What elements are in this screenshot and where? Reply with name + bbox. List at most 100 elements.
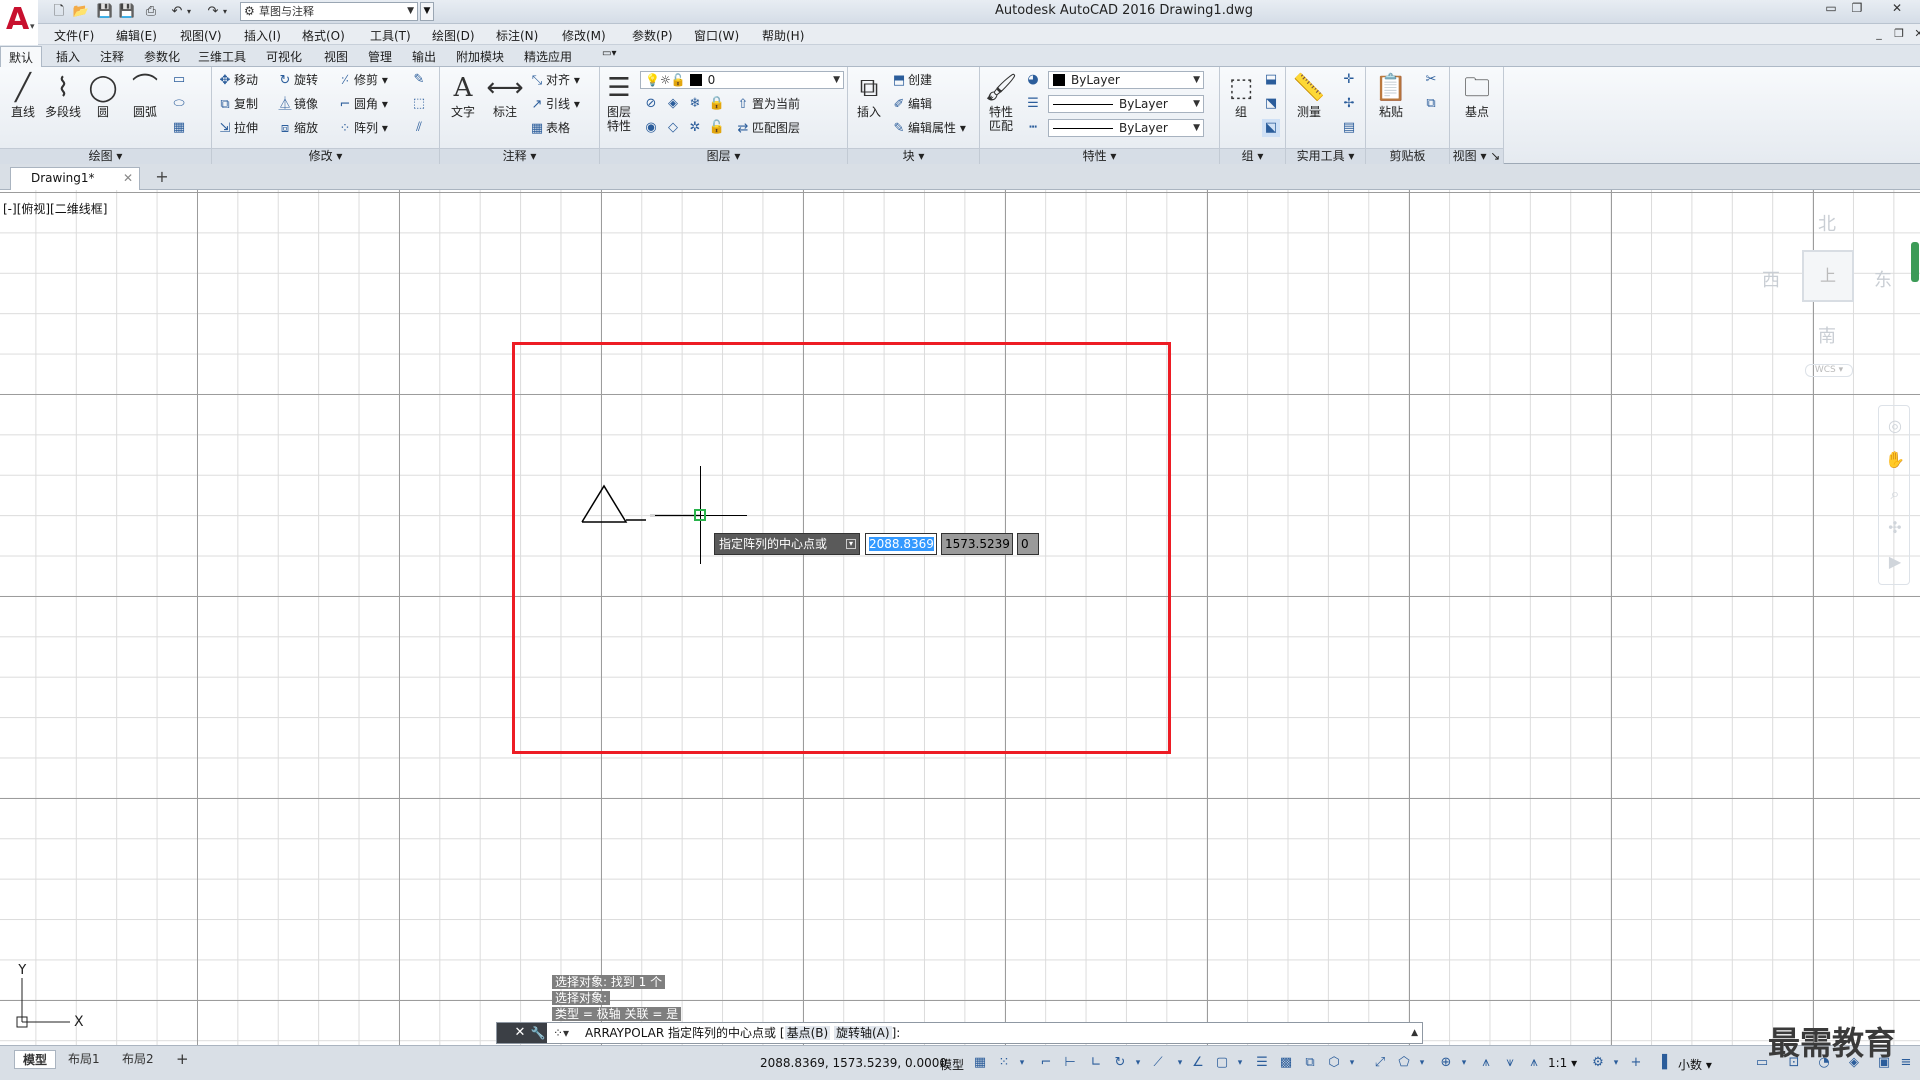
lineweight-dropdown[interactable]: ByLayer ▼ xyxy=(1048,119,1204,137)
move-button[interactable]: ✥ 移动 xyxy=(216,71,258,89)
text-tool[interactable]: A 文字 xyxy=(444,71,482,119)
panel-title-view[interactable]: 视图 ▾ ↘ xyxy=(1450,148,1503,164)
showmotion-icon[interactable]: ▶ xyxy=(1885,552,1905,572)
qat-customize-button[interactable]: ▼ xyxy=(420,2,434,21)
polar-tracking-icon[interactable]: ↻ xyxy=(1112,1055,1128,1071)
doc-restore-button[interactable]: ❐ xyxy=(1890,27,1908,40)
osnap-dropdown-icon[interactable]: ▾ xyxy=(1232,1055,1248,1071)
align-button[interactable]: ⤡ 对齐 ▾ xyxy=(528,71,580,89)
panel-title-draw[interactable]: 绘图 ▾ xyxy=(0,148,211,164)
3d-osnap-icon[interactable]: ⬡ xyxy=(1326,1055,1342,1071)
rotate-button[interactable]: ↻ 旋转 xyxy=(276,71,318,89)
viewcube-top-face[interactable]: 上 xyxy=(1802,250,1854,302)
layer-off-icon[interactable]: ⊘ xyxy=(642,95,660,113)
paste-tool[interactable]: 📋 粘贴 xyxy=(1372,71,1410,119)
menu-format[interactable]: 格式(O) xyxy=(302,27,345,44)
layer-isolate-icon[interactable]: ◈ xyxy=(664,95,682,113)
measure-tool[interactable]: 📏 测量 xyxy=(1290,71,1328,119)
drawing-canvas[interactable]: [-][俯视][二维线框] 指定阵列的中心点或 ▾ 2088.8369 1573… xyxy=(0,190,1920,1045)
group-tool[interactable]: ⬚ 组 xyxy=(1222,71,1260,119)
layer-on-icon[interactable]: ◉ xyxy=(642,119,660,137)
dynamic-input-y[interactable]: 1573.5239 xyxy=(941,533,1013,555)
option-rotation-axis[interactable]: 旋转轴(A) xyxy=(834,1026,892,1040)
base-point-tool[interactable]: 🗀 基点 xyxy=(1458,71,1496,119)
customization-icon[interactable]: ≡ xyxy=(1898,1055,1914,1071)
transparency-icon[interactable]: ▩ xyxy=(1278,1055,1294,1071)
application-menu-button[interactable]: A ▾ xyxy=(0,0,38,38)
annotation-visibility-icon[interactable]: ⩚ xyxy=(1478,1055,1494,1071)
print-icon[interactable]: ⎙ xyxy=(142,3,160,20)
linetype-dropdown[interactable]: ByLayer ▼ xyxy=(1048,95,1204,113)
redo-dropdown-icon[interactable]: ▾ xyxy=(220,3,230,20)
color-wheel-icon[interactable]: ◕ xyxy=(1024,71,1042,89)
annotation-scale-value[interactable]: 1:1 ▾ xyxy=(1548,1056,1577,1070)
ortho-icon[interactable]: ∟ xyxy=(1088,1055,1104,1071)
menu-parametric[interactable]: 参数(P) xyxy=(632,27,673,44)
viewcube-north[interactable]: 北 xyxy=(1818,210,1836,236)
copy-clip-icon[interactable]: ⧉ xyxy=(1422,95,1440,113)
panel-title-groups[interactable]: 组 ▾ xyxy=(1220,148,1285,164)
pan-icon[interactable]: ✋ xyxy=(1885,450,1905,470)
layout-tab-model[interactable]: 模型 xyxy=(14,1050,57,1069)
viewcube-south[interactable]: 南 xyxy=(1818,322,1836,348)
tab-manage[interactable]: 管理 xyxy=(368,48,392,65)
document-tab[interactable]: Drawing1* ✕ xyxy=(10,167,140,190)
copy-button[interactable]: ⧉ 复制 xyxy=(216,95,258,113)
group-edit-icon[interactable]: ⬔ xyxy=(1262,95,1280,113)
point-icon[interactable]: ✛ xyxy=(1340,71,1358,89)
annotation-monitor-icon[interactable]: + xyxy=(1628,1055,1644,1071)
menu-help[interactable]: 帮助(H) xyxy=(762,27,804,44)
menu-edit[interactable]: 编辑(E) xyxy=(116,27,157,44)
menu-view[interactable]: 视图(V) xyxy=(180,27,222,44)
command-line-grip[interactable] xyxy=(497,1023,511,1043)
triangle-object[interactable] xyxy=(580,484,650,524)
layer-thaw-icon[interactable]: ✲ xyxy=(686,119,704,137)
ellipse-icon[interactable]: ⬭ xyxy=(170,95,188,113)
snap-icon[interactable]: ⁙ xyxy=(996,1055,1012,1071)
layer-properties-tool[interactable]: ☰ 图层 特性 xyxy=(600,71,638,133)
viewcube-east[interactable]: 东 xyxy=(1874,266,1892,292)
units-icon[interactable]: ▐ xyxy=(1654,1055,1670,1071)
menu-tools[interactable]: 工具(T) xyxy=(370,27,411,44)
dimension-tool[interactable]: ⟷ 标注 xyxy=(486,71,524,119)
menu-window[interactable]: 窗口(W) xyxy=(694,27,739,44)
save-as-icon[interactable]: 💾 xyxy=(118,3,136,20)
close-icon[interactable]: ✕ xyxy=(511,1023,529,1043)
minimize-button[interactable]: ▭ xyxy=(1818,1,1844,17)
stretch-button[interactable]: ⇲ 拉伸 xyxy=(216,119,258,137)
workspace-gear-icon[interactable]: ⚙ xyxy=(1590,1055,1606,1071)
doc-minimize-button[interactable]: _ xyxy=(1870,27,1888,40)
new-tab-button[interactable]: + xyxy=(150,168,174,188)
steering-wheel-icon[interactable]: ◎ xyxy=(1885,416,1905,436)
layer-unlock-icon[interactable]: 🔓 xyxy=(708,119,726,137)
panel-title-clipboard[interactable]: 剪贴板 xyxy=(1366,148,1449,164)
edit-attributes-button[interactable]: ✎ 编辑属性 ▾ xyxy=(890,119,966,137)
workspace-dropdown[interactable]: ⚙ 草图与注释 ▼ xyxy=(240,2,418,21)
edit-block-button[interactable]: ✐ 编辑 xyxy=(890,95,932,113)
array-button[interactable]: ⁘ 阵列 ▾ xyxy=(336,119,388,137)
close-window-button[interactable]: ✕ xyxy=(1880,1,1914,17)
linetype-icon[interactable]: ┅ xyxy=(1024,119,1042,137)
trim-button[interactable]: ⸓ 修剪 ▾ xyxy=(336,71,388,89)
selection-cycling-icon[interactable]: ⧉ xyxy=(1302,1055,1318,1071)
group-select-icon[interactable]: ⬕ xyxy=(1262,119,1280,137)
tab-featured-apps[interactable]: 精选应用 xyxy=(524,48,572,65)
scale-button[interactable]: ⧈ 缩放 xyxy=(276,119,318,137)
tab-annotate[interactable]: 注释 xyxy=(100,48,124,65)
gizmo-dropdown-icon[interactable]: ▾ xyxy=(1456,1055,1472,1071)
table-button[interactable]: ▦ 表格 xyxy=(528,119,570,137)
menu-modify[interactable]: 修改(M) xyxy=(562,27,606,44)
cursor-coordinates[interactable]: 2088.8369, 1573.5239, 0.0000 xyxy=(760,1056,947,1070)
polyline-tool[interactable]: ⌇ 多段线 xyxy=(44,71,82,119)
menu-draw[interactable]: 绘图(D) xyxy=(432,27,475,44)
isodraft-dropdown-icon[interactable]: ▾ xyxy=(1172,1055,1188,1071)
layout-tab-layout2[interactable]: 布局2 xyxy=(114,1050,162,1069)
snap-dropdown-icon[interactable]: ▾ xyxy=(1014,1055,1030,1071)
rectangle-icon[interactable]: ▭ xyxy=(170,71,188,89)
panel-title-layers[interactable]: 图层 ▾ xyxy=(600,148,847,164)
restore-button[interactable]: ❐ xyxy=(1844,1,1870,17)
layer-lock-icon[interactable]: 🔒 xyxy=(708,95,726,113)
layout-tab-layout1[interactable]: 布局1 xyxy=(60,1050,108,1069)
object-snap-tracking-icon[interactable]: ∠ xyxy=(1190,1055,1206,1071)
match-properties-tool[interactable]: 🖌 特性 匹配 xyxy=(982,71,1020,133)
